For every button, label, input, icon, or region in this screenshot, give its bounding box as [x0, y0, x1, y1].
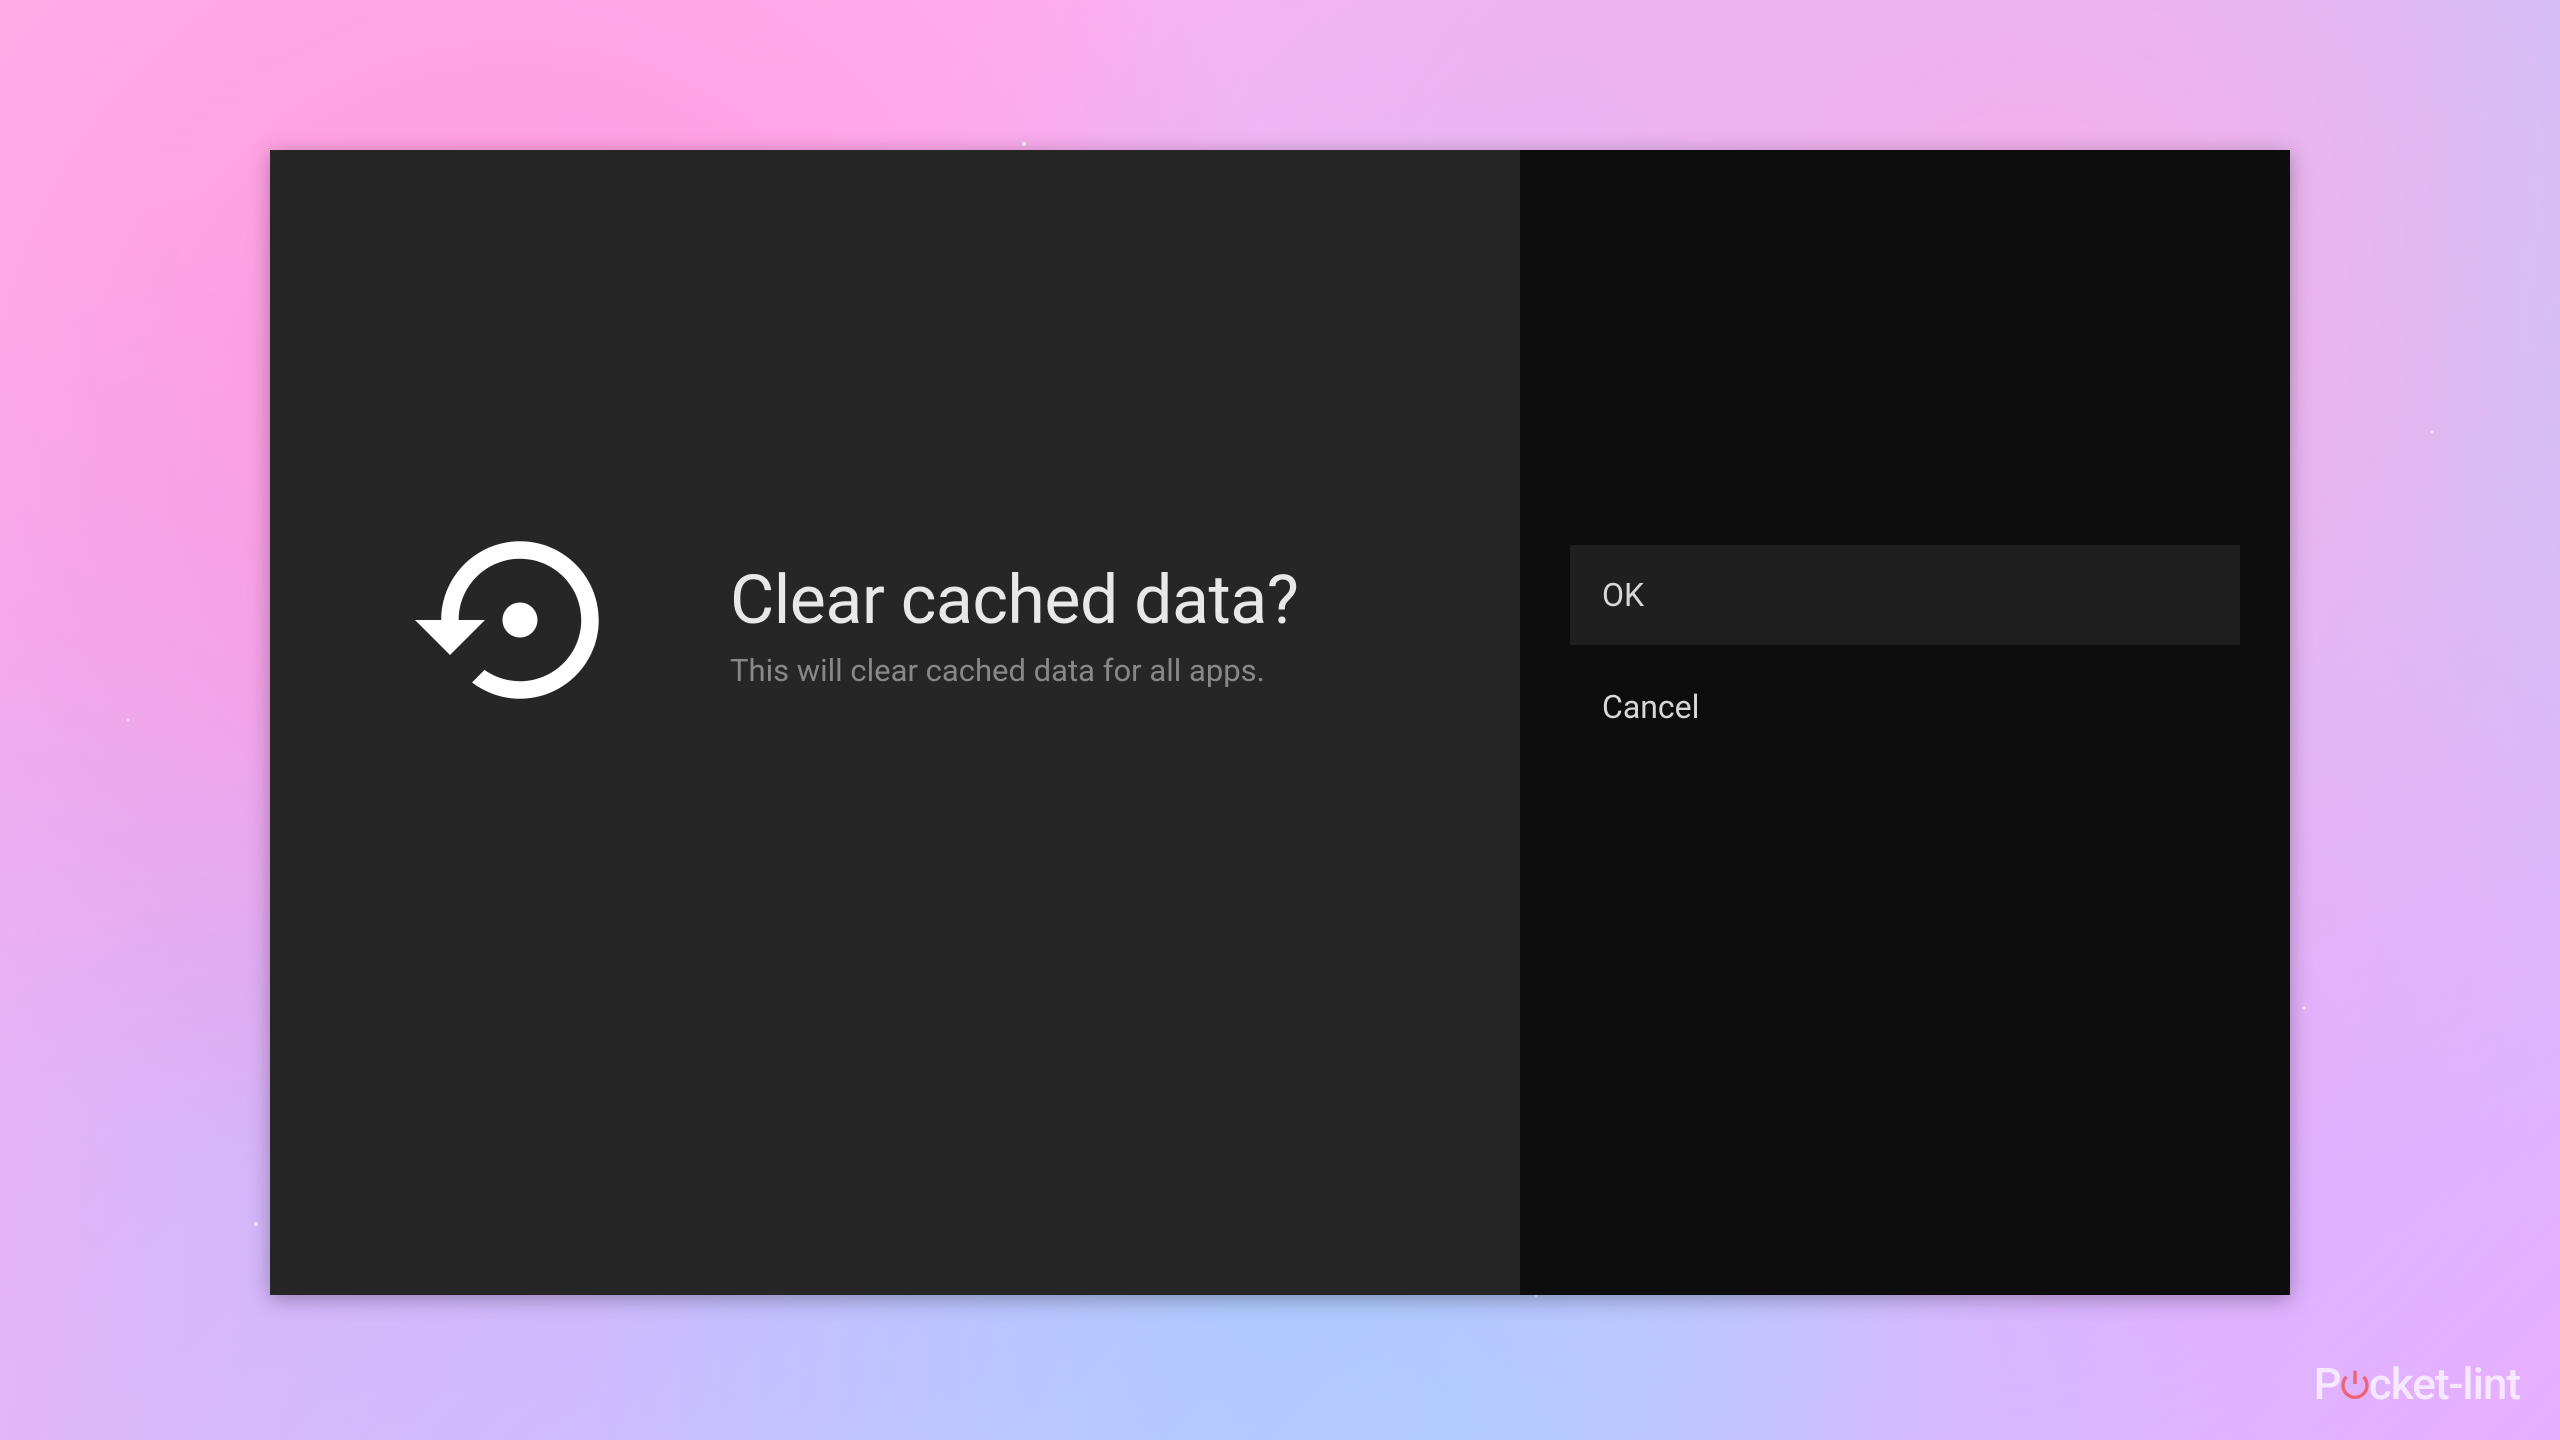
power-icon: [2339, 1368, 2371, 1400]
dialog-content-panel: Clear cached data? This will clear cache…: [270, 150, 1520, 1295]
dialog-text-group: Clear cached data? This will clear cache…: [730, 500, 1298, 689]
cancel-button[interactable]: Cancel: [1570, 657, 2240, 757]
ok-button[interactable]: OK: [1570, 545, 2240, 645]
dialog-title: Clear cached data?: [730, 560, 1298, 640]
dialog-actions-panel: OK Cancel: [1520, 150, 2290, 1295]
pocketlint-watermark: P cket-lint: [2314, 1358, 2520, 1410]
watermark-suffix: cket-lint: [2369, 1358, 2520, 1410]
confirmation-dialog: Clear cached data? This will clear cache…: [270, 150, 2290, 1295]
restore-icon: [400, 500, 640, 740]
dialog-description: This will clear cached data for all apps…: [730, 652, 1298, 689]
watermark-prefix: P: [2314, 1358, 2341, 1410]
